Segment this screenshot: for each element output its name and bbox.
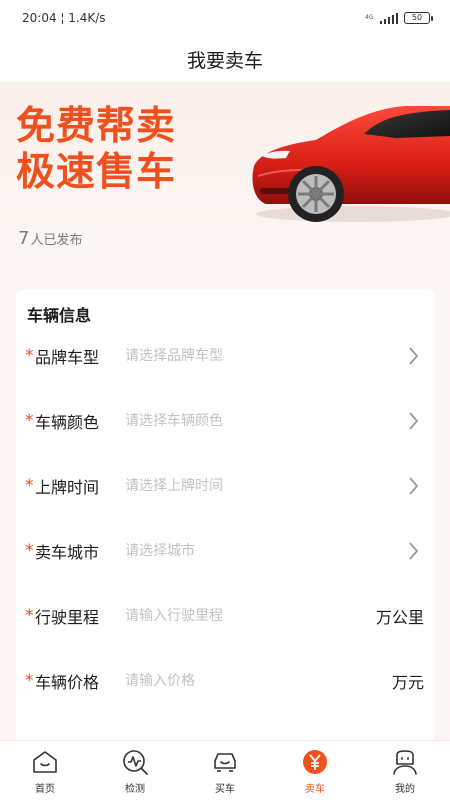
sell-banner: 免费帮卖 极速售车 7 人已发布 <box>0 82 450 262</box>
battery-level: 50 <box>411 13 423 22</box>
nav-item-buy-car[interactable]: 买车 <box>180 741 270 800</box>
red-car-image <box>252 106 450 222</box>
home-icon <box>33 751 57 773</box>
field-label: 品牌车型 <box>35 348 100 367</box>
bottom-nav: 首页 检测 买车 卖车 我的 <box>0 740 450 800</box>
sell-car-icon <box>303 750 327 774</box>
field-label: 行驶里程 <box>35 608 100 627</box>
page-title: 我要卖车 <box>186 49 263 72</box>
status-bar: 20:04 ¦ 1.4K/s 4G 50 <box>0 0 450 36</box>
publish-count: 7 人已发布 <box>18 228 82 249</box>
chevron-right-icon <box>409 347 419 365</box>
field-sell-city[interactable]: * 卖车城市 <box>16 531 434 571</box>
banner-slogan-line1: 免费帮卖 <box>16 105 177 148</box>
nav-item-profile[interactable]: 我的 <box>360 741 450 800</box>
required-mark: * <box>25 605 34 626</box>
required-mark: * <box>25 475 34 496</box>
vehicle-color-select[interactable] <box>125 406 402 436</box>
chevron-right-icon <box>409 412 419 430</box>
field-label: 卖车城市 <box>35 543 100 562</box>
required-mark: * <box>25 540 34 561</box>
publish-count-suffix: 人已发布 <box>30 233 83 248</box>
battery-icon: 50 <box>404 12 433 24</box>
app-header: 我要卖车 <box>0 36 450 82</box>
chevron-right-icon <box>409 542 419 560</box>
registration-date-select[interactable] <box>125 471 402 501</box>
required-mark: * <box>25 345 34 366</box>
publish-count-number: 7 <box>18 228 30 249</box>
field-mileage: * 行驶里程 万公里 <box>16 596 434 636</box>
field-label: 车辆颜色 <box>35 413 100 432</box>
sell-city-select[interactable] <box>125 536 402 566</box>
nav-label: 卖车 <box>305 784 325 795</box>
chevron-right-icon <box>409 477 419 495</box>
section-title: 车辆信息 <box>27 306 92 325</box>
nav-item-inspect[interactable]: 检测 <box>90 741 180 800</box>
mileage-input[interactable] <box>125 601 376 631</box>
status-icons: 4G 50 <box>365 12 433 24</box>
field-brand-model[interactable]: * 品牌车型 <box>16 336 434 376</box>
nav-item-sell-car[interactable]: 卖车 <box>270 741 360 800</box>
mileage-unit: 万公里 <box>375 608 424 627</box>
field-registration-date[interactable]: * 上牌时间 <box>16 466 434 506</box>
field-label: 上牌时间 <box>35 478 100 497</box>
field-price: * 车辆价格 万元 <box>16 661 434 701</box>
status-time-speed: 20:04 ¦ 1.4K/s <box>22 11 106 25</box>
network-type: 4G <box>365 14 374 21</box>
required-mark: * <box>25 670 34 691</box>
brand-model-select[interactable] <box>125 341 402 371</box>
nav-item-home[interactable]: 首页 <box>0 741 90 800</box>
vehicle-info-card: 车辆信息 * 品牌车型 * 车辆颜色 * 上牌时间 * 卖车城市 * 行驶里程 … <box>16 290 434 750</box>
profile-icon <box>393 750 417 775</box>
nav-label: 首页 <box>35 784 55 795</box>
required-mark: * <box>25 410 34 431</box>
field-vehicle-color[interactable]: * 车辆颜色 <box>16 401 434 441</box>
nav-label: 我的 <box>395 784 415 795</box>
nav-label: 检测 <box>125 784 145 795</box>
nav-label: 买车 <box>215 784 235 795</box>
price-input[interactable] <box>125 666 392 696</box>
price-unit: 万元 <box>391 673 424 692</box>
buy-car-icon <box>214 753 236 772</box>
signal-icon <box>379 12 398 24</box>
field-label: 车辆价格 <box>35 673 100 692</box>
inspect-icon <box>123 750 148 775</box>
banner-slogan-line2: 极速售车 <box>16 151 177 194</box>
